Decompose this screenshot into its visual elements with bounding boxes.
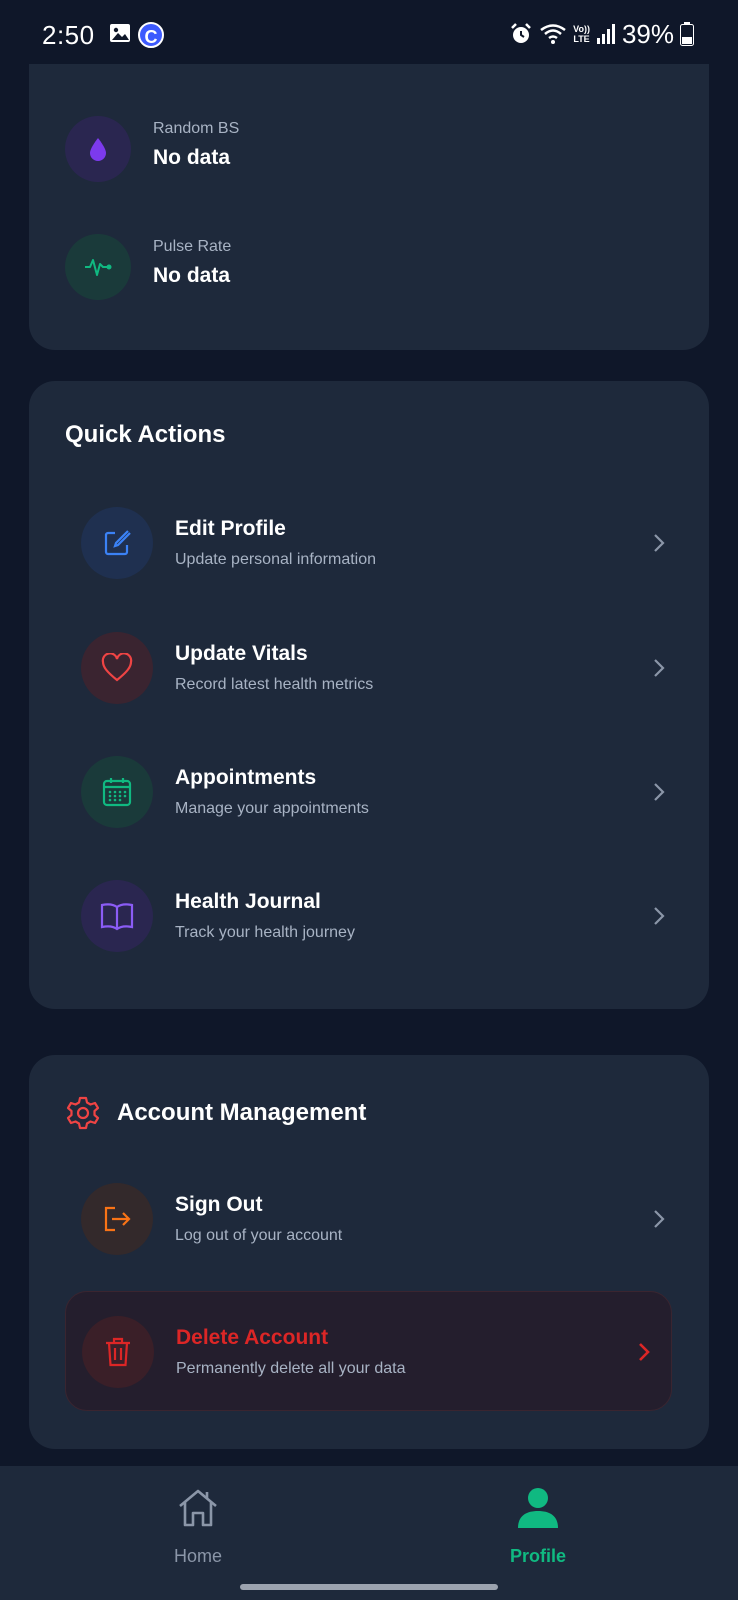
nav-profile-label: Profile	[509, 1546, 566, 1566]
vital-row-random-bs: Random BS No data	[65, 116, 665, 182]
nav-home-label: Home	[173, 1546, 222, 1566]
pulse-icon	[65, 234, 131, 300]
appointments-button[interactable]: Appointments Manage your appointments	[81, 756, 671, 830]
action-subtitle: Update personal information	[175, 551, 377, 568]
update-vitals-button[interactable]: Update Vitals Record latest health metri…	[81, 632, 671, 706]
signal-icon	[596, 24, 615, 44]
status-time: 2:50	[42, 20, 95, 50]
battery-percent: 39%	[621, 18, 674, 49]
battery-icon	[680, 22, 694, 46]
gallery-icon	[110, 24, 130, 42]
account-management-card: Account Management Sign Out Log out of y…	[29, 1055, 709, 1449]
nav-home[interactable]: Home	[98, 1466, 298, 1576]
home-icon	[179, 1489, 217, 1527]
action-title: Delete Account	[176, 1326, 329, 1349]
action-subtitle: Track your health journey	[175, 924, 355, 941]
volte-icon: Vo)) LTE	[573, 24, 590, 44]
chevron-right-icon	[654, 783, 665, 801]
chevron-right-icon	[654, 1210, 665, 1228]
nav-profile[interactable]: Profile	[438, 1466, 638, 1576]
chevron-right-icon	[654, 534, 665, 552]
status-bar: 2:50 C Vo)) LTE 39%	[0, 0, 738, 64]
action-title: Edit Profile	[175, 517, 286, 540]
trash-icon	[82, 1316, 154, 1388]
account-header: Account Management	[65, 1093, 366, 1133]
alarm-icon	[511, 23, 532, 43]
chevron-right-icon	[654, 659, 665, 677]
vital-label: Pulse Rate	[153, 238, 232, 255]
quick-actions-title: Quick Actions	[65, 421, 226, 448]
status-indicators: Vo)) LTE 39%	[509, 19, 694, 49]
person-icon	[518, 1488, 558, 1528]
action-title: Sign Out	[175, 1193, 263, 1216]
action-subtitle: Permanently delete all your data	[176, 1360, 406, 1377]
vital-label: Random BS	[153, 120, 240, 137]
wifi-icon	[540, 24, 566, 44]
water-drop-icon	[65, 116, 131, 182]
book-icon	[81, 880, 153, 952]
heart-icon	[81, 632, 153, 704]
health-journal-button[interactable]: Health Journal Track your health journey	[81, 880, 671, 954]
sign-out-button[interactable]: Sign Out Log out of your account	[81, 1183, 671, 1257]
action-subtitle: Manage your appointments	[175, 800, 369, 817]
sign-out-icon	[81, 1183, 153, 1255]
chevron-right-icon	[639, 1343, 650, 1361]
home-indicator	[240, 1584, 498, 1590]
quick-actions-card: Quick Actions Edit Profile Update person…	[29, 381, 709, 1009]
action-title: Appointments	[175, 766, 317, 789]
bottom-navigation: Home Profile	[0, 1466, 738, 1600]
action-title: Update Vitals	[175, 642, 308, 665]
vital-value: No data	[153, 264, 231, 287]
action-subtitle: Log out of your account	[175, 1227, 343, 1244]
vital-row-pulse-rate: Pulse Rate No data	[65, 234, 665, 300]
action-title: Health Journal	[175, 890, 321, 913]
vital-value: No data	[153, 146, 231, 169]
account-management-title: Account Management	[117, 1099, 367, 1126]
edit-profile-button[interactable]: Edit Profile Update personal information	[81, 507, 671, 581]
delete-account-button[interactable]: Delete Account Permanently delete all yo…	[65, 1291, 672, 1411]
calendar-icon	[81, 756, 153, 828]
delete-account-row: Delete Account Permanently delete all yo…	[82, 1316, 656, 1390]
app-notification-icon: C	[138, 22, 164, 48]
edit-icon	[81, 507, 153, 579]
chevron-right-icon	[654, 907, 665, 925]
vitals-card: Random BS No data Pulse Rate No data	[29, 0, 709, 350]
gear-icon	[66, 1096, 100, 1130]
action-subtitle: Record latest health metrics	[175, 676, 374, 693]
